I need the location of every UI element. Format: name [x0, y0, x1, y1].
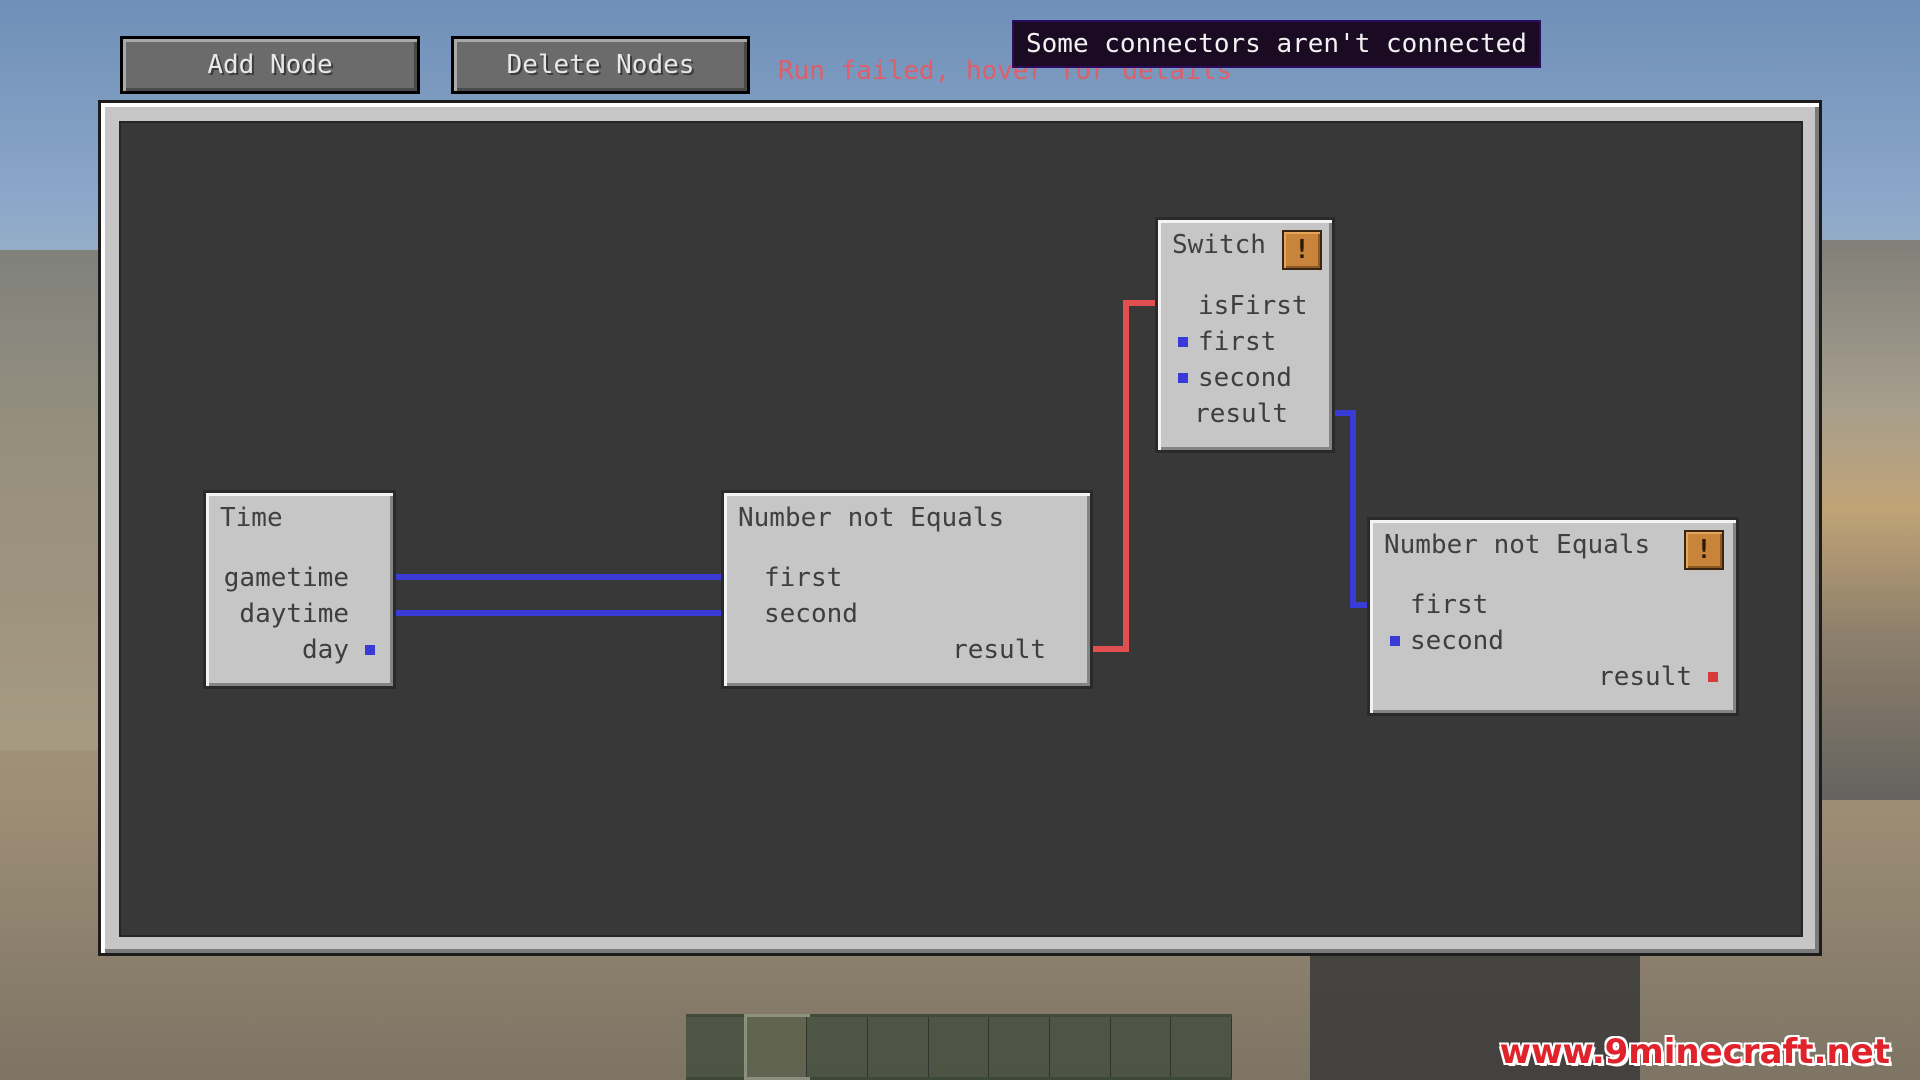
input-second-connector[interactable] [1178, 373, 1188, 383]
error-tooltip: Some connectors aren't connected [1012, 20, 1541, 68]
output-day-connector[interactable] [365, 645, 375, 655]
hotbar-slot [1171, 1017, 1233, 1077]
hotbar-slot [1050, 1017, 1111, 1077]
delete-nodes-button[interactable]: Delete Nodes [451, 36, 750, 94]
output-daytime-label: daytime [239, 599, 349, 629]
background-terrain-right [1820, 240, 1920, 800]
hotbar-slot-selected [743, 1014, 811, 1080]
warning-icon[interactable]: ! [1282, 230, 1322, 270]
node-title: Number not Equals [1384, 530, 1651, 560]
node-title: Time [220, 503, 283, 533]
hotbar-slot [807, 1017, 869, 1077]
input-isfirst-label: isFirst [1198, 291, 1308, 321]
hotbar-slot [989, 1017, 1051, 1077]
input-first-label: first [1198, 327, 1277, 357]
hotbar-slot [1110, 1017, 1172, 1077]
input-first-label: first [1410, 590, 1489, 620]
input-second-label: second [1410, 626, 1504, 656]
watermark: www.9minecraft.net [1499, 1032, 1890, 1072]
add-node-button[interactable]: Add Node [120, 36, 420, 94]
hotbar [686, 1014, 1233, 1080]
output-result-label: result [1194, 399, 1288, 429]
input-first-label: first [764, 563, 843, 593]
node-title: Number not Equals [738, 503, 1005, 533]
output-gametime-label: gametime [223, 563, 349, 593]
node-number-not-equals-1[interactable]: Number not Equals first second result [721, 490, 1093, 689]
hotbar-slot [928, 1017, 990, 1077]
hotbar-slot [686, 1017, 747, 1077]
node-time[interactable]: Time gametime daytime day [203, 490, 396, 689]
output-day-label: day [302, 635, 349, 665]
node-title: Switch [1172, 230, 1266, 260]
output-result-label: result [1598, 662, 1692, 692]
output-result-label: result [952, 635, 1046, 665]
node-canvas[interactable]: Time gametime daytime day Number not Equ… [119, 121, 1803, 937]
node-switch[interactable]: Switch ! isFirst first second result [1155, 217, 1335, 453]
input-second-label: second [764, 599, 858, 629]
node-number-not-equals-2[interactable]: Number not Equals ! first second result [1367, 517, 1739, 716]
hotbar-slot [868, 1017, 929, 1077]
input-second-label: second [1198, 363, 1292, 393]
input-first-connector[interactable] [1178, 337, 1188, 347]
input-second-connector[interactable] [1390, 636, 1400, 646]
warning-icon[interactable]: ! [1684, 530, 1724, 570]
node-editor-panel: Time gametime daytime day Number not Equ… [98, 100, 1822, 956]
background-terrain-left [0, 250, 110, 750]
output-result-connector[interactable] [1708, 672, 1718, 682]
